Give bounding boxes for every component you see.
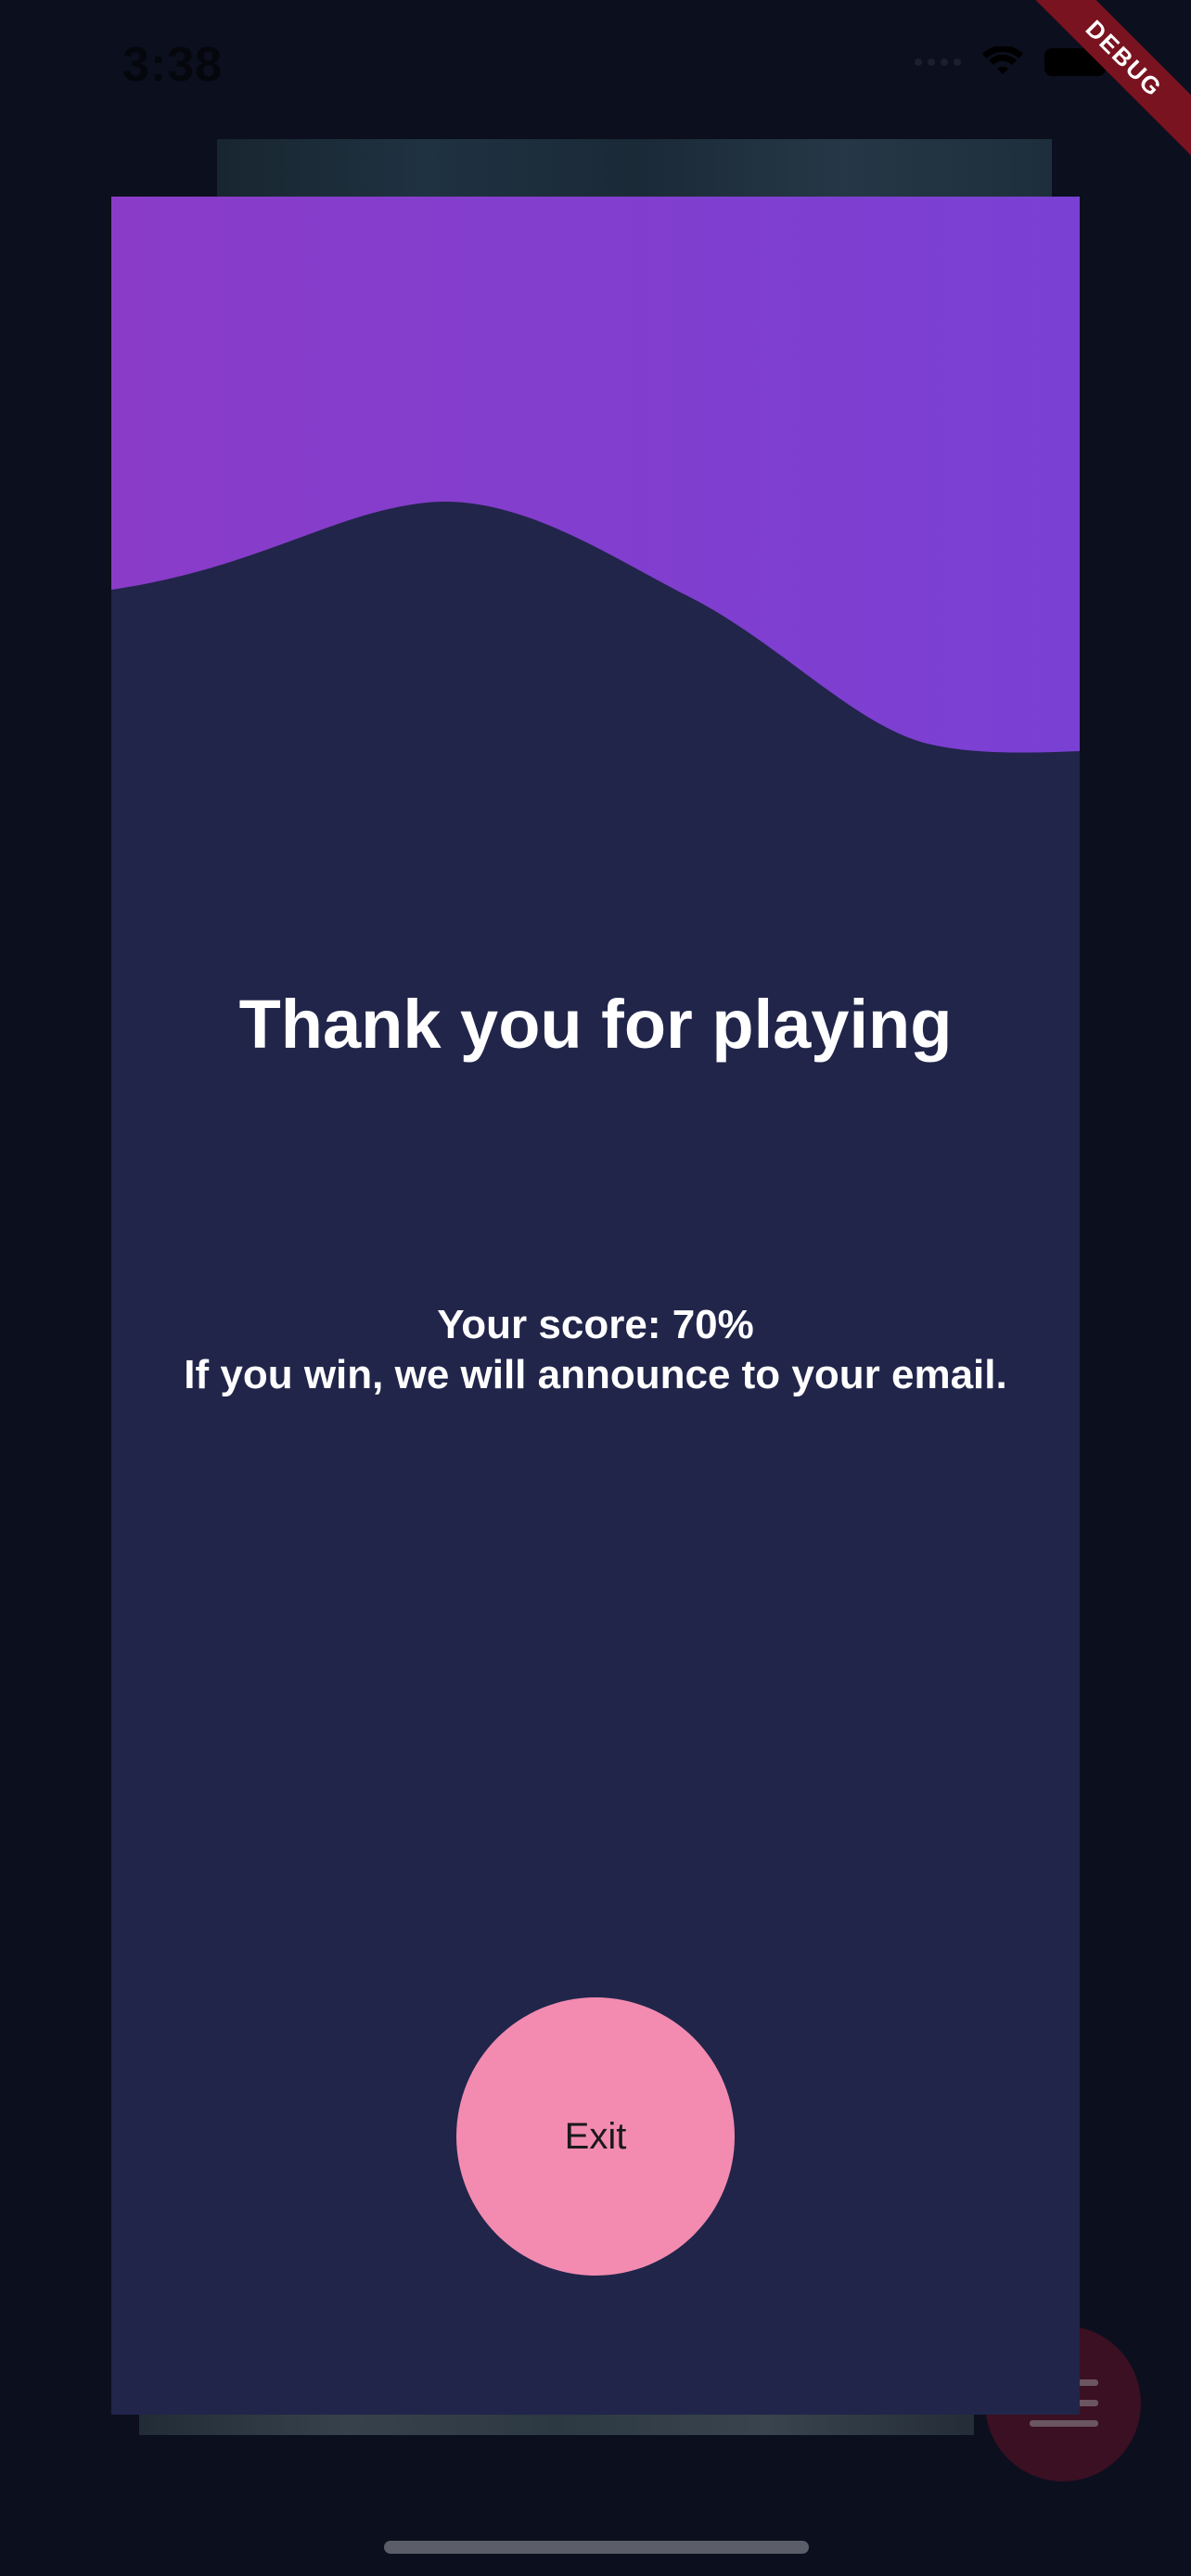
announce-text: If you win, we will announce to your ema… — [184, 1352, 1007, 1397]
exit-button[interactable]: Exit — [456, 1997, 735, 2276]
header-wave — [111, 197, 1080, 753]
score-text: Your score: 70% — [437, 1302, 754, 1347]
status-icons — [915, 46, 1111, 78]
signal-icon — [915, 58, 961, 66]
screen: 3:38 DEBUG Thank you for playing Your sc… — [0, 0, 1191, 2576]
dialog-message: Your score: 70% If you win, we will anno… — [111, 1300, 1080, 1400]
result-dialog: Thank you for playing Your score: 70% If… — [111, 197, 1080, 2415]
home-indicator[interactable] — [384, 2541, 809, 2554]
status-time: 3:38 — [122, 38, 224, 92]
wifi-icon — [982, 46, 1023, 74]
dialog-title: Thank you for playing — [238, 986, 953, 1063]
